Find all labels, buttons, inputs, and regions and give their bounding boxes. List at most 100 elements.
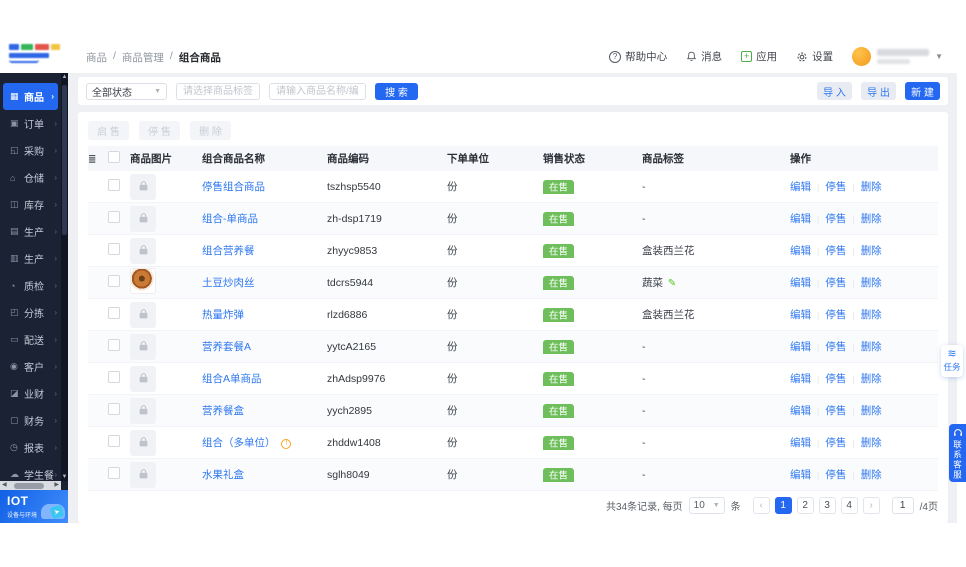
row-checkbox[interactable] (108, 275, 120, 287)
edit-link[interactable]: 编辑 (790, 309, 811, 321)
contact-support-tab[interactable]: 联系客服 (949, 424, 966, 482)
scroll-left-icon[interactable]: ◀ (2, 481, 7, 490)
page-button[interactable]: 4 (840, 497, 858, 514)
delete-link[interactable]: 删除 (861, 437, 882, 449)
stop-sale-link[interactable]: 停售 (825, 245, 846, 257)
sidebar-item-orders[interactable]: ▣ 订单 › (0, 110, 61, 137)
row-checkbox[interactable] (108, 467, 120, 479)
stop-sale-bulk-button[interactable]: 停 售 (139, 121, 180, 140)
sidebar-item-production[interactable]: ▤ 生产 › (0, 218, 61, 245)
breadcrumb-item[interactable]: 商品管理 (122, 50, 164, 65)
next-page-button[interactable]: › (862, 497, 880, 514)
import-button[interactable]: 导 入 (817, 82, 852, 100)
product-name-link[interactable]: 营养套餐A (202, 341, 251, 353)
delete-link[interactable]: 删除 (861, 309, 882, 321)
sidebar-item-purchase[interactable]: ◱ 采购 › (0, 137, 61, 164)
row-checkbox[interactable] (108, 243, 120, 255)
product-name-link[interactable]: 组合（多单位） (202, 437, 276, 449)
account-menu[interactable]: ▼ (852, 47, 943, 66)
stop-sale-link[interactable]: 停售 (825, 469, 846, 481)
sidebar-item-quality[interactable]: ◔ 质检 › (0, 272, 61, 299)
create-button[interactable]: 新 建 (905, 82, 940, 100)
product-name-link[interactable]: 组合A单商品 (202, 373, 262, 385)
stop-sale-link[interactable]: 停售 (825, 341, 846, 353)
row-checkbox[interactable] (108, 307, 120, 319)
edit-link[interactable]: 编辑 (790, 245, 811, 257)
row-checkbox[interactable] (108, 403, 120, 415)
sidebar-item-business-finance[interactable]: ◪ 业财 › (0, 380, 61, 407)
product-name-link[interactable]: 热量炸弹 (202, 309, 244, 321)
edit-link[interactable]: 编辑 (790, 341, 811, 353)
edit-link[interactable]: 编辑 (790, 469, 811, 481)
tag-filter-input[interactable] (176, 82, 260, 100)
product-name-link[interactable]: 组合营养餐 (202, 245, 255, 257)
sidebar-item-warehouse[interactable]: ⌂ 仓储 › (0, 164, 61, 191)
stop-sale-link[interactable]: 停售 (825, 181, 846, 193)
product-name-link[interactable]: 土豆炒肉丝 (202, 277, 255, 289)
row-checkbox[interactable] (108, 339, 120, 351)
scrollbar-thumb[interactable] (14, 482, 44, 489)
delete-link[interactable]: 删除 (861, 469, 882, 481)
sidebar-item-finance[interactable]: ▢ 财务 › (0, 407, 61, 434)
settings-button[interactable]: 设置 (796, 49, 833, 64)
sidebar-item-inventory[interactable]: ◫ 库存 › (0, 191, 61, 218)
status-select[interactable]: 全部状态 ▼ (86, 82, 167, 100)
row-checkbox[interactable] (108, 211, 120, 223)
page-button[interactable]: 2 (796, 497, 814, 514)
select-all-checkbox[interactable] (108, 151, 120, 163)
edit-link[interactable]: 编辑 (790, 213, 811, 225)
page-button[interactable]: 3 (818, 497, 836, 514)
help-center-button[interactable]: ? 帮助中心 (609, 49, 667, 64)
page-button-current[interactable]: 1 (774, 497, 792, 514)
scroll-down-icon[interactable]: ▼ (61, 474, 68, 480)
keyword-search-input[interactable] (269, 82, 366, 100)
row-checkbox[interactable] (108, 371, 120, 383)
per-page-select[interactable]: 10 ▼ (688, 497, 725, 514)
edit-link[interactable]: 编辑 (790, 277, 811, 289)
stop-sale-link[interactable]: 停售 (825, 405, 846, 417)
apps-button[interactable]: + 应用 (741, 49, 777, 64)
sidebar-item-goods[interactable]: ▦ 商品 › (3, 83, 58, 110)
product-name-link[interactable]: 营养餐盒 (202, 405, 244, 417)
delete-link[interactable]: 删除 (861, 405, 882, 417)
stop-sale-link[interactable]: 停售 (825, 437, 846, 449)
row-checkbox[interactable] (108, 435, 120, 447)
edit-link[interactable]: 编辑 (790, 405, 811, 417)
product-name-link[interactable]: 水果礼盒 (202, 469, 244, 481)
sidebar-horizontal-scrollbar[interactable]: ◀ ▶ (0, 481, 61, 490)
stop-sale-link[interactable]: 停售 (825, 213, 846, 225)
delete-link[interactable]: 删除 (861, 213, 882, 225)
scroll-up-icon[interactable]: ▲ (61, 74, 68, 80)
delete-link[interactable]: 删除 (861, 277, 882, 289)
column-settings-icon[interactable]: ≣ (88, 154, 96, 165)
edit-link[interactable]: 编辑 (790, 437, 811, 449)
breadcrumb-item[interactable]: 商品 (86, 50, 107, 65)
product-name-link[interactable]: 停售组合商品 (202, 181, 265, 193)
iot-banner[interactable]: IOT 设备与环境 ➤ (0, 490, 68, 523)
product-name-link[interactable]: 组合-单商品 (202, 213, 258, 225)
stop-sale-link[interactable]: 停售 (825, 277, 846, 289)
delete-link[interactable]: 删除 (861, 341, 882, 353)
delete-link[interactable]: 删除 (861, 181, 882, 193)
prev-page-button[interactable]: ‹ (752, 497, 770, 514)
sidebar-item-sorting[interactable]: ◰ 分拣 › (0, 299, 61, 326)
stop-sale-link[interactable]: 停售 (825, 309, 846, 321)
row-checkbox[interactable] (108, 179, 120, 191)
export-button[interactable]: 导 出 (861, 82, 896, 100)
start-sale-bulk-button[interactable]: 启 售 (88, 121, 129, 140)
delete-link[interactable]: 删除 (861, 373, 882, 385)
stop-sale-link[interactable]: 停售 (825, 373, 846, 385)
sidebar-item-customers[interactable]: ◉ 客户 › (0, 353, 61, 380)
scrollbar-thumb[interactable] (62, 85, 67, 235)
sidebar-item-production-2[interactable]: ▥ 生产 › (0, 245, 61, 272)
delete-bulk-button[interactable]: 删 除 (190, 121, 231, 140)
messages-button[interactable]: 消息 (686, 49, 722, 64)
delete-link[interactable]: 删除 (861, 245, 882, 257)
sidebar-item-reports[interactable]: ◷ 报表 › (0, 434, 61, 461)
sidebar-item-delivery[interactable]: ▭ 配送 › (0, 326, 61, 353)
tasks-widget[interactable]: ≋ 任务 (941, 345, 963, 377)
search-button[interactable]: 搜 索 (375, 82, 418, 100)
edit-link[interactable]: 编辑 (790, 373, 811, 385)
sidebar-scrollbar[interactable]: ▲ ▼ (61, 73, 68, 481)
scroll-right-icon[interactable]: ▶ (54, 481, 59, 490)
